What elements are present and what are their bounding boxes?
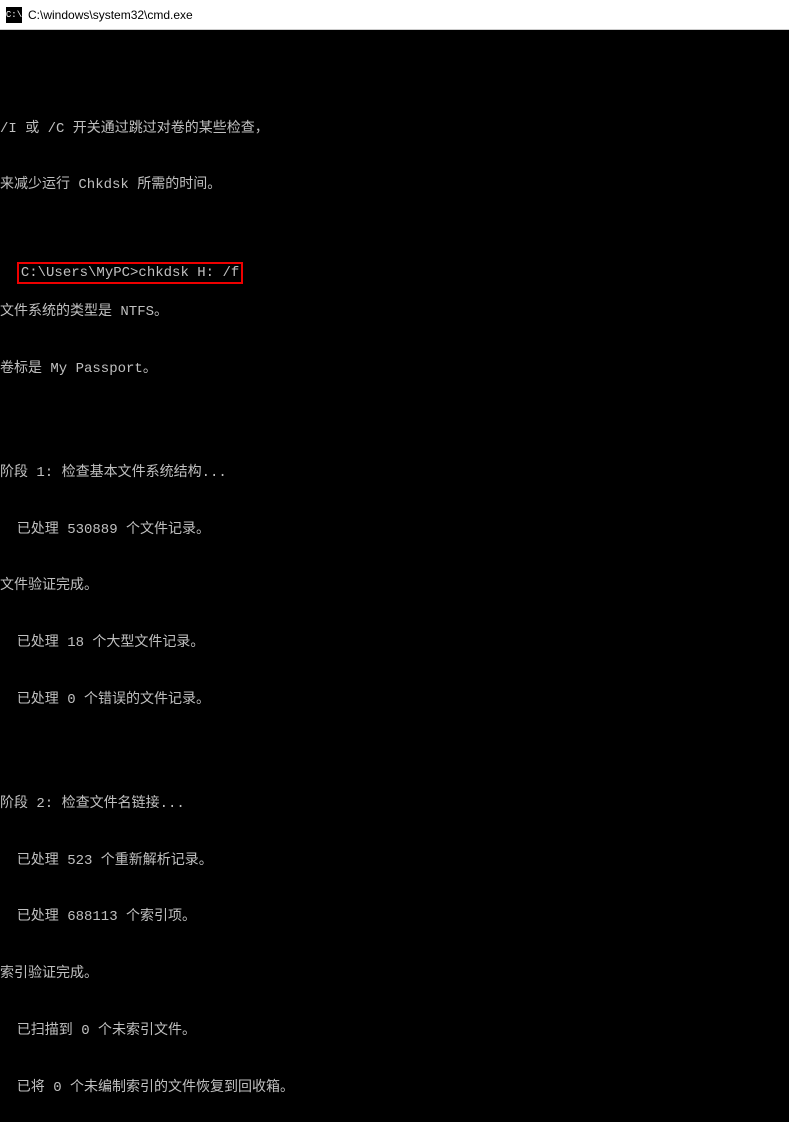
window-titlebar[interactable]: C:\ C:\windows\system32\cmd.exe [0, 0, 789, 30]
output-line: 已处理 688113 个索引项。 [0, 908, 789, 927]
output-line: 卷标是 My Passport。 [0, 360, 789, 379]
output-line: 文件系统的类型是 NTFS。 [0, 303, 789, 322]
command-prompt-highlight: C:\Users\MyPC>chkdsk H: /f [17, 262, 243, 284]
output-line: 阶段 1: 检查基本文件系统结构... [0, 464, 789, 483]
output-line: 已扫描到 0 个未索引文件。 [0, 1022, 789, 1041]
window-title: C:\windows\system32\cmd.exe [28, 8, 193, 22]
cmd-icon: C:\ [6, 7, 22, 23]
output-line: 来减少运行 Chkdsk 所需的时间。 [0, 176, 789, 195]
output-line: 阶段 2: 检查文件名链接... [0, 795, 789, 814]
output-line: /I 或 /C 开关通过跳过对卷的某些检查， [0, 120, 789, 139]
output-line: 文件验证完成。 [0, 577, 789, 596]
output-line: 已处理 18 个大型文件记录。 [0, 634, 789, 653]
output-line: 已处理 0 个错误的文件记录。 [0, 691, 789, 710]
output-line: 已将 0 个未编制索引的文件恢复到回收箱。 [0, 1079, 789, 1098]
output-line: 已处理 523 个重新解析记录。 [0, 852, 789, 871]
output-line: 索引验证完成。 [0, 965, 789, 984]
terminal-output[interactable]: /I 或 /C 开关通过跳过对卷的某些检查， 来减少运行 Chkdsk 所需的时… [0, 30, 789, 1122]
output-line: 已处理 530889 个文件记录。 [0, 521, 789, 540]
